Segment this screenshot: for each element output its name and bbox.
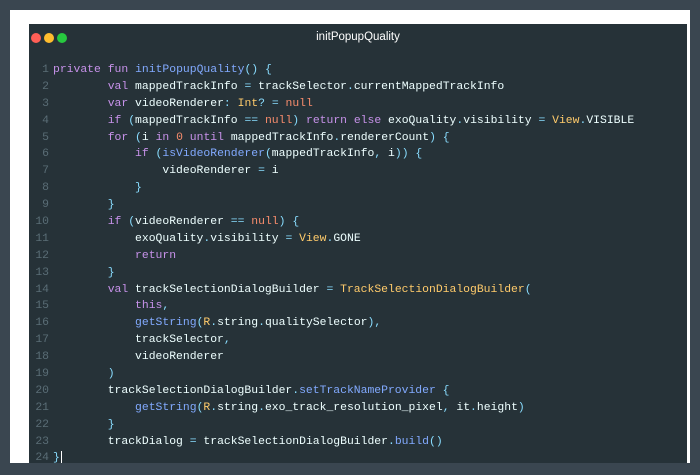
code-text: if (mappedTrackInfo == null) return else… — [107, 114, 635, 127]
code-line: 22 } — [29, 417, 687, 434]
line-number: 4 — [42, 114, 49, 127]
line-number: 2 — [42, 80, 49, 93]
line-number: 10 — [35, 216, 49, 229]
text-cursor — [60, 450, 62, 463]
code-line: 3 var videoRenderer: Int? = null — [29, 96, 687, 113]
code-text: this, — [135, 300, 170, 313]
code-line: 19 ) — [29, 366, 687, 383]
code-text: } — [107, 199, 115, 212]
code-line: 12 return — [29, 248, 687, 265]
code-text: videoRenderer = i — [162, 165, 279, 178]
line-number: 23 — [35, 435, 49, 448]
line-number: 1 — [42, 64, 49, 76]
code-line: 9 } — [29, 197, 687, 214]
line-number: 12 — [35, 249, 49, 262]
code-line: 1 private fun initPopupQuality() { — [29, 62, 687, 79]
code-line: 10 if (videoRenderer == null) { — [29, 214, 687, 231]
screenshot-frame: initPopupQuality 1 private fun initPopupQ… — [10, 10, 690, 463]
code-line: 2 val mappedTrackInfo = trackSelector.cu… — [29, 79, 687, 96]
code-line: 4 if (mappedTrackInfo == null) return el… — [29, 113, 687, 130]
line-number: 24 — [35, 452, 49, 463]
code-text: } — [53, 450, 62, 463]
line-number: 17 — [35, 334, 49, 347]
code-area[interactable]: 1 private fun initPopupQuality() { 2 val m… — [29, 62, 687, 463]
line-number: 20 — [35, 384, 49, 397]
code-line: 5 for (i in 0 until mappedTrackInfo.rend… — [29, 130, 687, 147]
code-line: 13 } — [29, 265, 687, 282]
code-line: 8 } — [29, 180, 687, 197]
title-bar: initPopupQuality — [29, 24, 687, 52]
line-number: 16 — [35, 317, 49, 330]
code-line: 11 exoQuality.visibility = View.GONE — [29, 231, 687, 248]
code-line: 7 videoRenderer = i — [29, 163, 687, 180]
line-number: 6 — [42, 148, 49, 161]
code-text: exoQuality.visibility = View.GONE — [135, 232, 361, 245]
line-number: 11 — [35, 232, 49, 245]
editor-window: initPopupQuality 1 private fun initPopupQ… — [29, 24, 687, 463]
code-text: } — [107, 266, 115, 279]
code-text: val trackSelectionDialogBuilder = TrackS… — [107, 283, 532, 296]
line-number: 19 — [35, 368, 49, 381]
code-text: private fun initPopupQuality() { — [53, 64, 272, 76]
code-text: if (isVideoRenderer(mappedTrackInfo, i))… — [135, 148, 423, 161]
line-number: 5 — [42, 131, 49, 144]
code-text: getString(R.string.exo_track_resolution_… — [135, 401, 525, 414]
code-line: 21 getString(R.string.exo_track_resoluti… — [29, 400, 687, 417]
code-line: 16 getString(R.string.qualitySelector), — [29, 315, 687, 332]
code-text: return — [135, 249, 177, 262]
code-line: 20 trackSelectionDialogBuilder.setTrackN… — [29, 383, 687, 400]
window-title: initPopupQuality — [316, 31, 400, 43]
line-number: 21 — [35, 401, 49, 414]
code-line: 23 trackDialog = trackSelectionDialogBui… — [29, 434, 687, 451]
code-line: 18 videoRenderer — [29, 349, 687, 366]
code-text: trackDialog = trackSelectionDialogBuilde… — [107, 435, 443, 448]
code-text: trackSelector, — [135, 334, 231, 347]
code-text: getString(R.string.qualitySelector), — [135, 317, 382, 330]
code-text: ) — [107, 368, 115, 381]
code-text: val mappedTrackInfo = trackSelector.curr… — [107, 80, 505, 93]
line-number: 3 — [42, 97, 49, 110]
code-text: var videoRenderer: Int? = null — [107, 97, 313, 110]
code-text: if (videoRenderer == null) { — [107, 216, 300, 229]
code-text: for (i in 0 until mappedTrackInfo.render… — [107, 131, 450, 144]
code-line: 15 this, — [29, 298, 687, 315]
code-text: } — [135, 182, 142, 195]
line-number: 8 — [42, 182, 49, 195]
line-number: 18 — [35, 351, 49, 364]
code-text: trackSelectionDialogBuilder.setTrackName… — [107, 384, 450, 397]
code-line: 24} — [29, 450, 687, 463]
line-number: 13 — [35, 266, 49, 279]
line-number: 22 — [35, 418, 49, 431]
code-line: 14 val trackSelectionDialogBuilder = Tra… — [29, 282, 687, 299]
code-text: videoRenderer — [135, 351, 224, 364]
code-line: 17 trackSelector, — [29, 332, 687, 349]
code-line: 6 if (isVideoRenderer(mappedTrackInfo, i… — [29, 146, 687, 163]
line-number: 15 — [35, 300, 49, 313]
line-number: 9 — [42, 199, 49, 212]
code-text: } — [107, 418, 115, 431]
line-number: 7 — [42, 165, 49, 178]
line-number: 14 — [35, 283, 49, 296]
